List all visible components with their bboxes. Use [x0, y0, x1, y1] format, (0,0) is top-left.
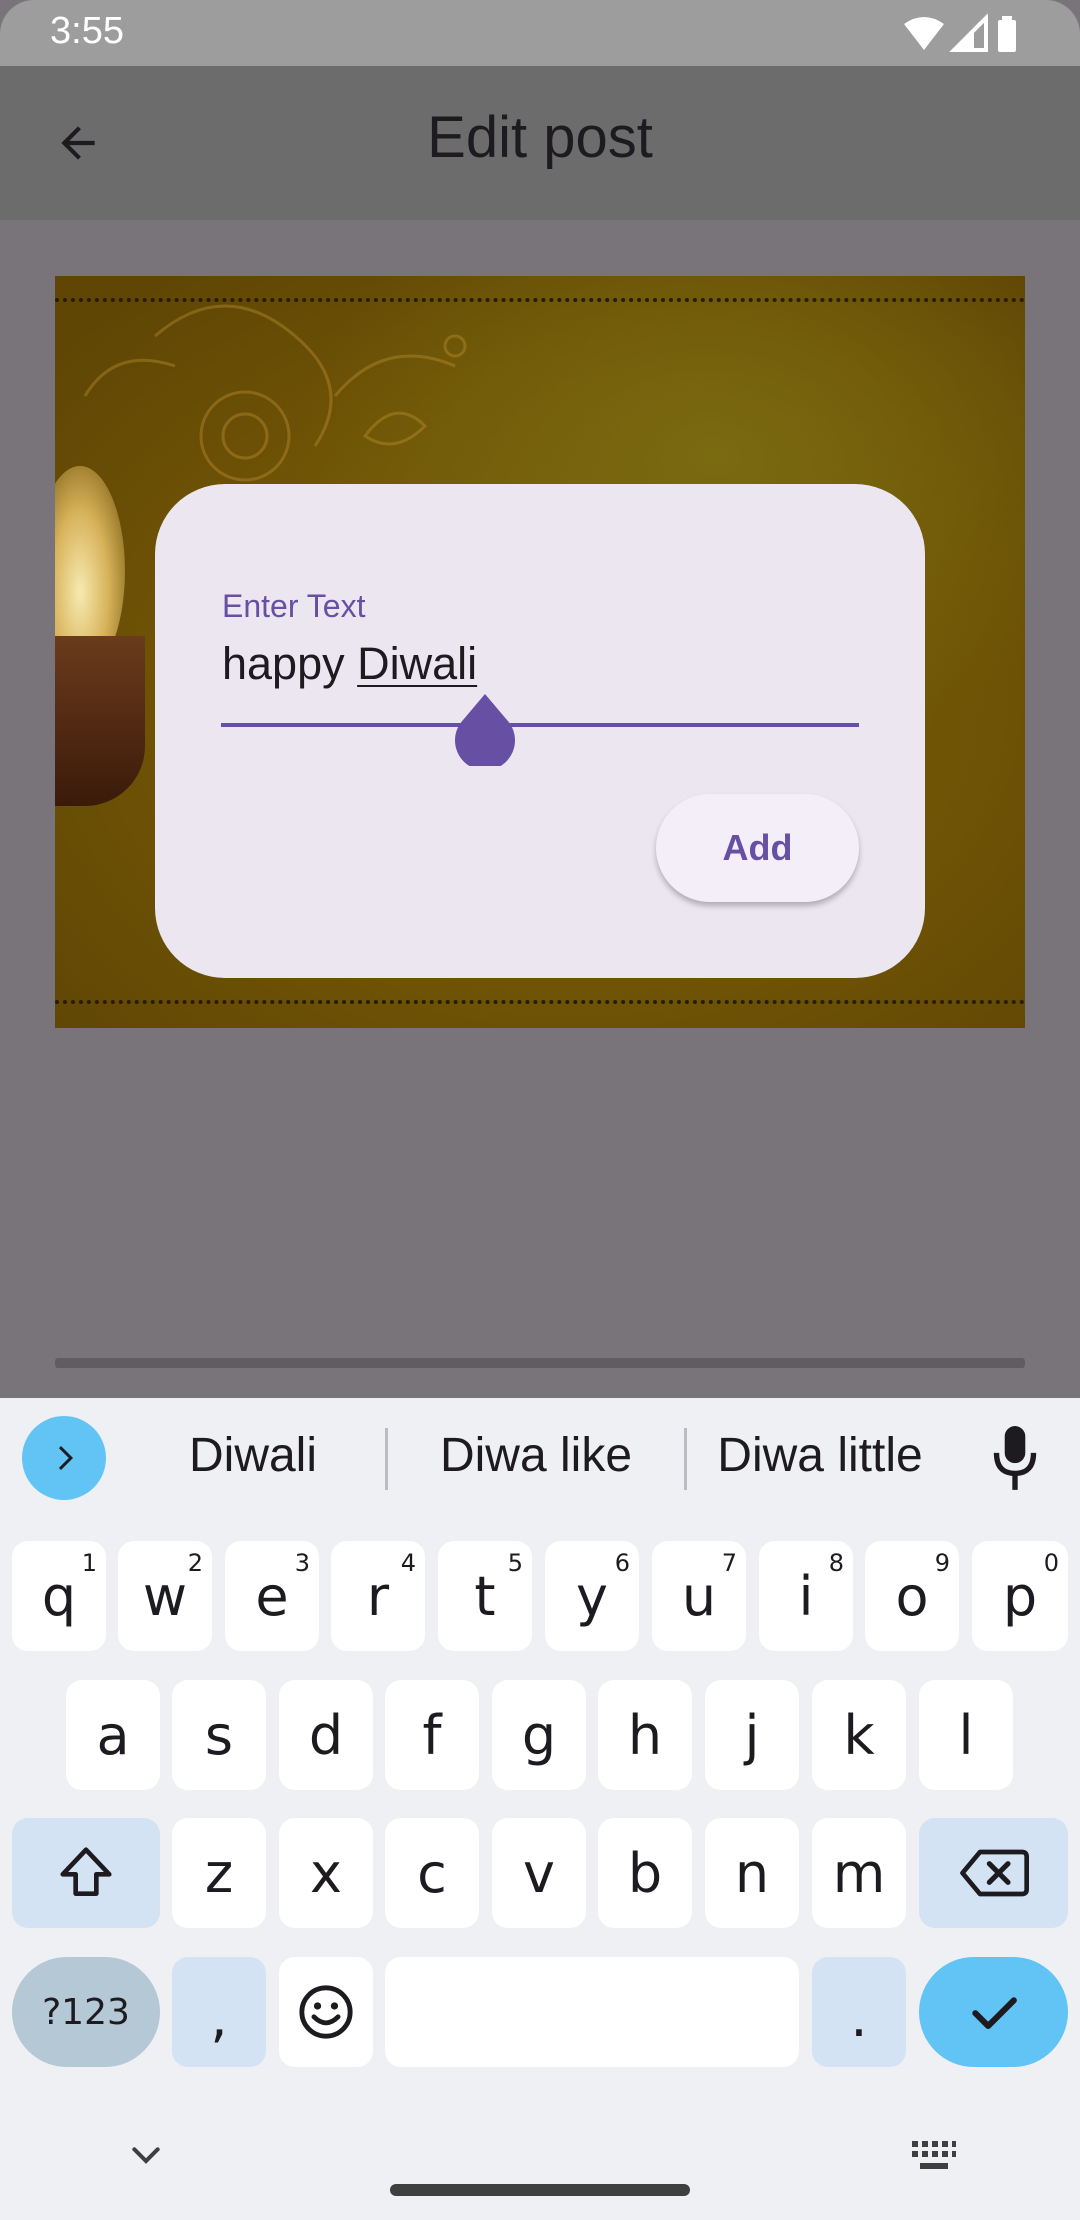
hide-keyboard-chevron-icon[interactable] [126, 2136, 166, 2176]
key-z[interactable]: z [172, 1818, 266, 1928]
backspace-key[interactable] [919, 1818, 1068, 1928]
key-c[interactable]: c [385, 1818, 479, 1928]
symbols-key[interactable]: ?123 [12, 1957, 160, 2067]
suggestion-3[interactable]: Diwa little [704, 1428, 936, 1483]
key-s[interactable]: s [172, 1680, 266, 1790]
key-x[interactable]: x [279, 1818, 373, 1928]
key-w[interactable]: w2 [118, 1541, 212, 1651]
key-v[interactable]: v [492, 1818, 586, 1928]
add-button[interactable]: Add [656, 794, 859, 902]
key-h[interactable]: h [598, 1680, 692, 1790]
text-field-label: Enter Text [222, 588, 366, 624]
status-icons [904, 14, 1016, 52]
key-g[interactable]: g [492, 1680, 586, 1790]
key-q[interactable]: q1 [12, 1541, 106, 1651]
key-n[interactable]: n [705, 1818, 799, 1928]
text-field-underline [221, 723, 859, 727]
bottom-divider [55, 1358, 1025, 1368]
enter-text-dialog [155, 484, 925, 978]
keyboard-switch-icon[interactable] [910, 2138, 958, 2172]
key-r[interactable]: r4 [331, 1541, 425, 1651]
key-y[interactable]: y6 [545, 1541, 639, 1651]
key-k[interactable]: k [812, 1680, 906, 1790]
mic-icon[interactable] [990, 1424, 1040, 1494]
key-i[interactable]: i8 [759, 1541, 853, 1651]
key-o[interactable]: o9 [865, 1541, 959, 1651]
backspace-icon [959, 1849, 1029, 1897]
page-title: Edit post [427, 105, 653, 170]
key-d[interactable]: d [279, 1680, 373, 1790]
key-b[interactable]: b [598, 1818, 692, 1928]
suggestion-1[interactable]: Diwali [150, 1428, 356, 1483]
key-t[interactable]: t5 [438, 1541, 532, 1651]
suggestion-separator [684, 1428, 687, 1490]
key-e[interactable]: e3 [225, 1541, 319, 1651]
suggestions-expand-button[interactable] [22, 1416, 106, 1500]
key-l[interactable]: l [919, 1680, 1013, 1790]
dotted-border-bottom [55, 1000, 1025, 1004]
dotted-border-top [55, 298, 1025, 302]
key-f[interactable]: f [385, 1680, 479, 1790]
key-p[interactable]: p0 [972, 1541, 1068, 1651]
gesture-navigation-bar[interactable] [390, 2184, 690, 2196]
space-key[interactable] [385, 1957, 799, 2067]
text-input[interactable]: happy Diwali [222, 638, 477, 690]
suggestion-separator [385, 1428, 388, 1490]
text-input-prefix: happy [222, 638, 358, 689]
key-a[interactable]: a [66, 1680, 160, 1790]
soft-keyboard [0, 1398, 1080, 2220]
done-key[interactable] [919, 1957, 1068, 2067]
chevron-right-icon [58, 1446, 73, 1470]
cursor-handle-icon[interactable] [455, 694, 515, 766]
key-m[interactable]: m [812, 1818, 906, 1928]
comma-key[interactable]: , [172, 1957, 266, 2067]
emoji-icon [299, 1985, 353, 2039]
battery-icon [998, 16, 1016, 52]
wifi-icon [904, 17, 944, 50]
status-time: 3:55 [50, 10, 124, 52]
key-u[interactable]: u7 [652, 1541, 746, 1651]
shift-icon [60, 1847, 112, 1896]
checkmark-icon [971, 1997, 1017, 2030]
text-input-composing-word: Diwali [357, 638, 478, 689]
suggestion-2[interactable]: Diwa like [420, 1428, 652, 1483]
shift-key[interactable] [12, 1818, 160, 1928]
emoji-key[interactable] [279, 1957, 373, 2067]
lamp-body [55, 636, 145, 806]
period-key[interactable]: . [812, 1957, 906, 2067]
key-j[interactable]: j [705, 1680, 799, 1790]
